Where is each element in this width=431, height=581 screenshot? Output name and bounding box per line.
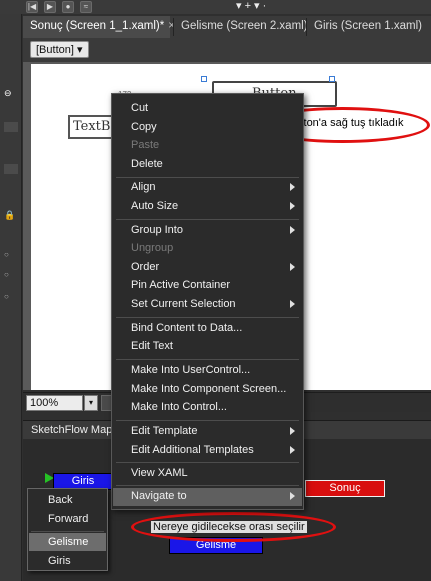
menu-item-delete[interactable]: Delete [113,156,302,174]
tab-gelisme[interactable]: Gelisme (Screen 2.xaml) [174,16,308,38]
tab-label: Gelisme (Screen 2.xaml) [181,20,308,32]
menu-item-make-usercontrol[interactable]: Make Into UserControl... [113,362,302,380]
top-toolbar: |◀ ▶ ● ≈ ▾ + ▾ · [0,0,431,14]
menu-item-navigate-to[interactable]: Navigate to [113,488,302,506]
menu-item-ungroup: Ungroup [131,242,174,254]
menu-item-label: Set Current Selection [131,298,236,310]
panel-title: SketchFlow Map [31,424,113,436]
collapse-toggle-icon[interactable]: ⊖ [4,88,18,98]
breadcrumb-bar: [Button] ▾ [23,38,431,62]
menu-item-label: Align [131,181,156,193]
selection-handle[interactable] [201,76,207,82]
document-tabs: Sonuç (Screen 1_1.xaml)* × Gelisme (Scree… [23,16,431,38]
menu-separator [31,531,104,532]
chevron-right-icon [290,183,295,191]
chevron-right-icon [290,226,295,234]
menu-item-edit-additional-templates[interactable]: Edit Additional Templates [113,442,302,460]
menu-separator [116,462,299,463]
chevron-right-icon [290,300,295,308]
chevron-right-icon [290,492,295,500]
menu-item-pin-active-container[interactable]: Pin Active Container [113,277,302,295]
step-back-icon[interactable]: |◀ [26,1,38,13]
chevron-right-icon [290,263,295,271]
menu-item-label: Group Into [131,224,183,236]
screen-node-sonuc[interactable]: Sonuç [305,480,385,497]
annotation-text: Nereye gidilecekse orası seçilir [151,521,307,533]
tab-sonuc[interactable]: Sonuç (Screen 1_1.xaml)* × [23,16,175,38]
menu-item-paste: Paste [131,139,160,151]
wave-icon[interactable]: ≈ [80,1,92,13]
menu-item-label: Edit Additional Templates [131,444,254,456]
menu-item-view-xaml[interactable]: View XAML [113,465,302,483]
menu-item-align[interactable]: Align [113,179,302,197]
menu-item-make-control[interactable]: Make Into Control... [113,399,302,417]
menu-item-bind-content[interactable]: Bind Content to Data... [113,320,302,338]
menu-separator [116,219,299,220]
panel-dropdown-icon[interactable] [4,164,18,174]
submenu-item-forward[interactable]: Forward [29,510,106,528]
lock-icon[interactable]: 🔒 [4,210,18,220]
eye-dot-icon[interactable]: ○ [4,250,18,260]
zoom-input[interactable]: 100% [26,395,83,411]
submenu-item-giris[interactable]: Giris [29,552,106,570]
chevron-right-icon [290,202,295,210]
chevron-right-icon [290,446,295,454]
menu-item-edit-text[interactable]: Edit Text [113,338,302,356]
menu-separator [116,485,299,486]
menu-separator [116,359,299,360]
menu-item-order[interactable]: Order [113,259,302,277]
record-icon[interactable]: ● [62,1,74,13]
menu-item-auto-size[interactable]: Auto Size [113,198,302,216]
eye-dot-icon[interactable]: ○ [4,292,18,302]
chevron-right-icon [290,427,295,435]
menu-item-group-into[interactable]: Group Into [113,222,302,240]
menu-item-make-component-screen[interactable]: Make Into Component Screen... [113,381,302,399]
play-icon[interactable]: ▶ [44,1,56,13]
navigate-submenu: Back Forward Gelisme Giris [27,488,108,571]
menu-item-set-current-selection[interactable]: Set Current Selection [113,296,302,314]
menu-separator [116,177,299,178]
selector-label: [Button] [36,44,74,56]
selection-handle[interactable] [329,76,335,82]
submenu-item-gelisme[interactable]: Gelisme [29,533,106,551]
menu-item-label: Auto Size [131,200,179,212]
context-menu: Cut Copy Paste Delete Align Auto Size Gr… [111,93,304,510]
panel-handle-icon[interactable] [4,122,18,132]
menu-separator [116,420,299,421]
menu-item-label: Order [131,261,160,273]
eye-dot-icon[interactable]: ○ [4,270,18,280]
menu-item-label: Navigate to [131,490,187,502]
toolbar-right-icons[interactable]: ▾ + ▾ · [236,0,266,14]
menu-item-copy[interactable]: Copy [113,119,302,137]
menu-item-label: Edit Template [131,425,198,437]
chevron-down-icon: ▾ [76,44,83,56]
chevron-down-icon[interactable]: ▾ [84,395,98,411]
tab-giris[interactable]: Giris (Screen 1.xaml) [307,16,431,38]
submenu-item-back[interactable]: Back [29,491,106,509]
menu-item-cut[interactable]: Cut [113,100,302,118]
menu-item-edit-template[interactable]: Edit Template [113,423,302,441]
annotation-text: Button'a sağ tuş tıkladık [287,117,404,129]
tab-label: Sonuç (Screen 1_1.xaml)* [30,20,165,32]
tab-label: Giris (Screen 1.xaml) [314,20,422,32]
menu-separator [116,317,299,318]
element-selector[interactable]: [Button] ▾ [30,41,89,58]
left-side-panel: ⊖ 🔒 ○ ○ ○ [0,14,22,581]
